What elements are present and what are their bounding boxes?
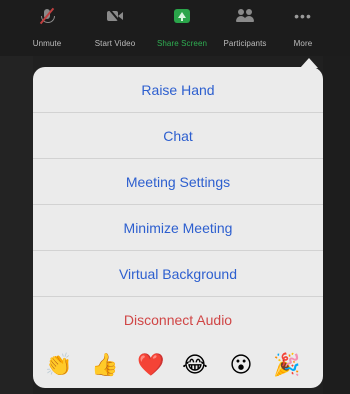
participants-button[interactable]: Participants bbox=[216, 8, 274, 52]
thumbs-up-reaction[interactable]: 👍 bbox=[87, 343, 123, 387]
menu-item-meeting-settings[interactable]: Meeting Settings bbox=[33, 159, 323, 205]
video-off-icon bbox=[106, 7, 124, 25]
menu-item-minimize-meeting[interactable]: Minimize Meeting bbox=[33, 205, 323, 251]
face-with-open-mouth-reaction[interactable]: 😮 bbox=[223, 343, 259, 387]
red-heart-reaction[interactable]: ❤️ bbox=[133, 343, 169, 387]
more-menu-popup: Raise Hand Chat Meeting Settings Minimiz… bbox=[33, 67, 323, 388]
unmute-label: Unmute bbox=[32, 39, 62, 48]
start-video-label: Start Video bbox=[94, 39, 136, 48]
menu-item-disconnect-audio[interactable]: Disconnect Audio bbox=[33, 297, 323, 343]
share-screen-button[interactable]: Share Screen bbox=[152, 8, 212, 52]
share-screen-icon bbox=[173, 8, 191, 24]
reactions-bar: 👏 👍 ❤️ 😂 😮 🎉 bbox=[33, 343, 323, 387]
video-background-left bbox=[0, 56, 33, 394]
mic-muted-icon bbox=[38, 7, 56, 25]
participants-label: Participants bbox=[223, 39, 267, 48]
more-button[interactable]: ••• More bbox=[288, 8, 318, 52]
menu-item-chat[interactable]: Chat bbox=[33, 113, 323, 159]
more-label: More bbox=[293, 39, 313, 48]
tears-of-joy-reaction[interactable]: 😂 bbox=[177, 343, 213, 387]
more-dots-icon: ••• bbox=[294, 8, 312, 24]
clapping-hands-reaction[interactable]: 👏 bbox=[41, 343, 77, 387]
meeting-toolbar: Unmute Start Video Share Screen Particip… bbox=[0, 0, 350, 56]
video-background-right bbox=[323, 56, 350, 394]
menu-item-virtual-background[interactable]: Virtual Background bbox=[33, 251, 323, 297]
start-video-button[interactable]: Start Video bbox=[88, 7, 142, 52]
party-popper-reaction[interactable]: 🎉 bbox=[269, 343, 305, 387]
participants-icon bbox=[236, 8, 254, 24]
menu-item-raise-hand[interactable]: Raise Hand bbox=[33, 67, 323, 113]
share-screen-label: Share Screen bbox=[156, 39, 208, 48]
unmute-button[interactable]: Unmute bbox=[26, 7, 68, 52]
meeting-screen: Unmute Start Video Share Screen Particip… bbox=[0, 0, 350, 394]
